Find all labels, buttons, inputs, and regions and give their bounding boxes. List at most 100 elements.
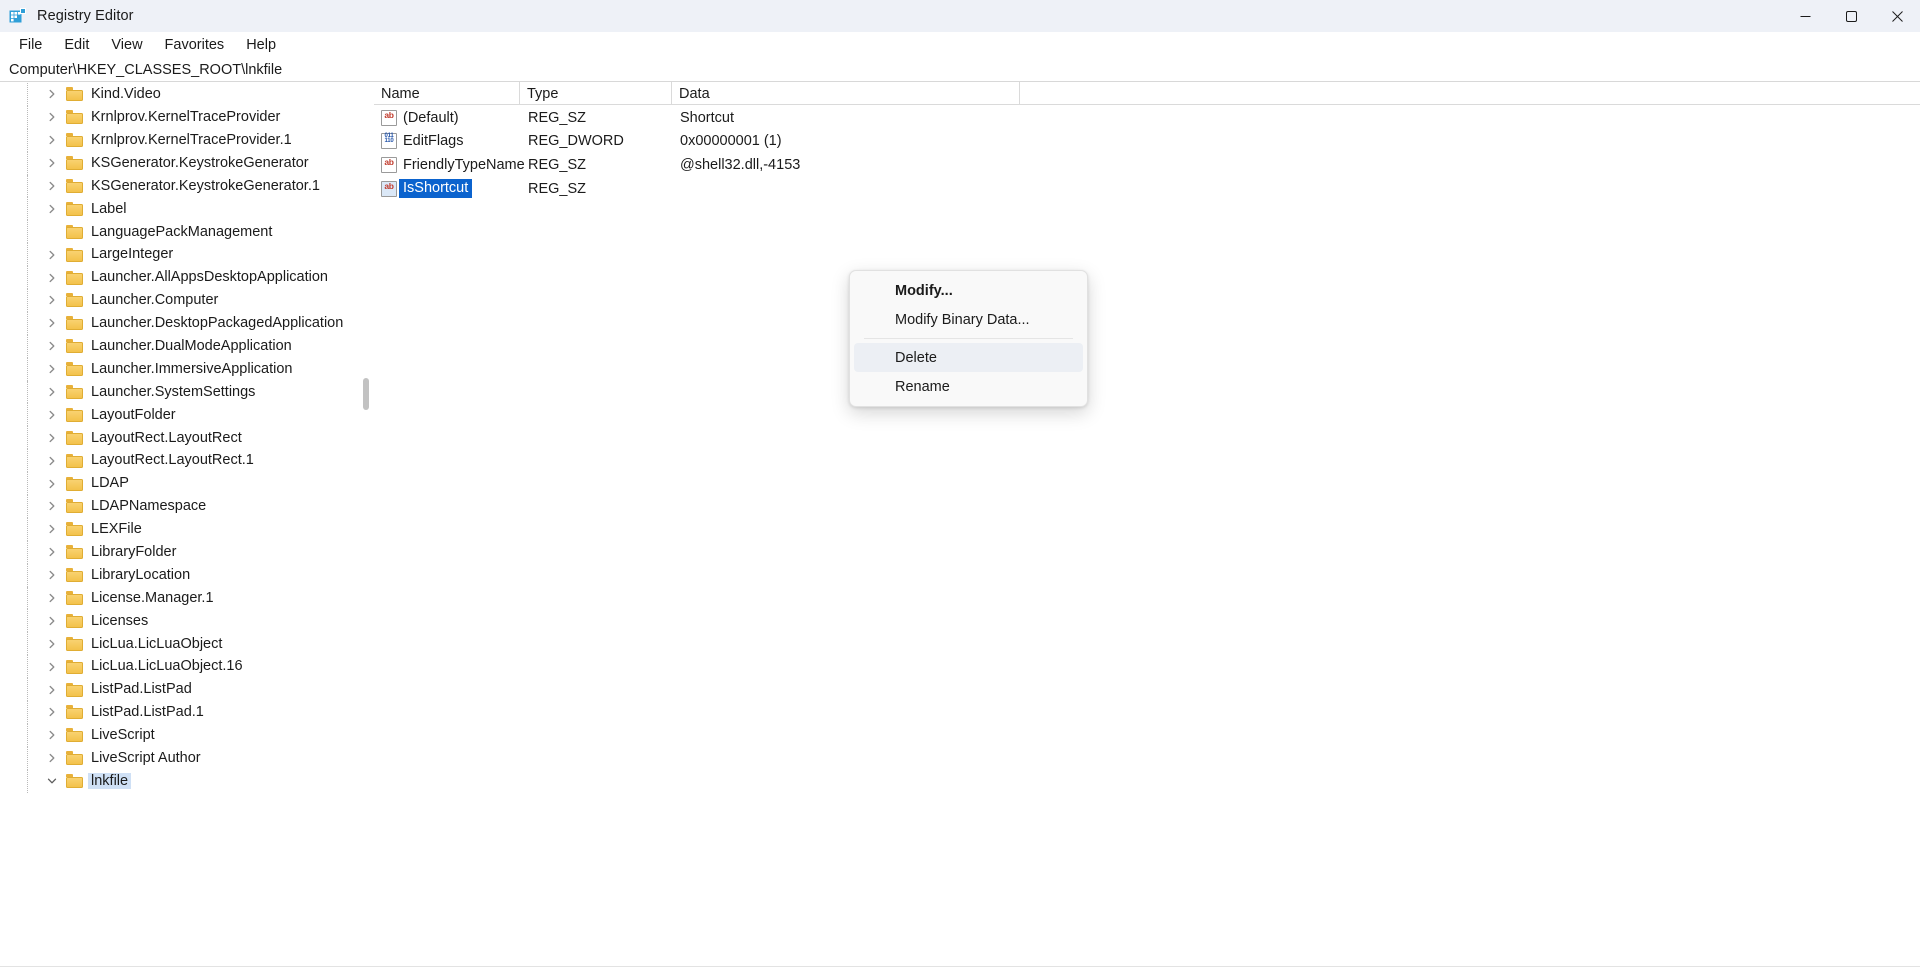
- folder-icon: [66, 293, 83, 308]
- chevron-right-icon[interactable]: [44, 430, 60, 446]
- chevron-right-icon[interactable]: [44, 750, 60, 766]
- tree-item-license-manager-1[interactable]: License.Manager.1: [0, 586, 359, 610]
- menu-file[interactable]: File: [8, 34, 53, 56]
- tree-scrollbar-thumb[interactable]: [363, 378, 369, 410]
- tree-guide-line: [27, 769, 28, 793]
- chevron-right-icon[interactable]: [44, 590, 60, 606]
- tree-item-livescript[interactable]: LiveScript: [0, 723, 359, 747]
- menu-help[interactable]: Help: [235, 34, 287, 56]
- value-row[interactable]: 011 110 EditFlags REG_DWORD 0x00000001 (1): [374, 130, 1920, 154]
- chevron-down-icon[interactable]: [44, 773, 60, 789]
- tree-item-launcher-desktoppackagedapplication[interactable]: Launcher.DesktopPackagedApplication: [0, 311, 359, 335]
- tree-item-kind-video[interactable]: Kind.Video: [0, 83, 359, 106]
- chevron-right-icon[interactable]: [44, 636, 60, 652]
- tree-guide-line: [27, 334, 28, 358]
- tree-item-libraryfolder[interactable]: LibraryFolder: [0, 540, 359, 564]
- maximize-button[interactable]: [1828, 0, 1874, 32]
- menu-edit[interactable]: Edit: [53, 34, 100, 56]
- chevron-right-icon[interactable]: [44, 315, 60, 331]
- chevron-right-icon[interactable]: [44, 704, 60, 720]
- tree-item-liclua-licluaobject[interactable]: LicLua.LicLuaObject: [0, 632, 359, 656]
- chevron-right-icon[interactable]: [44, 613, 60, 629]
- context-menu-item-delete[interactable]: Delete: [854, 343, 1083, 372]
- tree-item-lnkfile[interactable]: lnkfile: [0, 769, 359, 793]
- chevron-right-icon[interactable]: [44, 178, 60, 194]
- chevron-right-icon[interactable]: [44, 361, 60, 377]
- value-row[interactable]: ab (Default) REG_SZ Shortcut: [374, 106, 1920, 130]
- tree-item-ksgenerator-keystrokegenerator-1[interactable]: KSGenerator.KeystrokeGenerator.1: [0, 174, 359, 198]
- chevron-right-icon[interactable]: [44, 86, 60, 102]
- tree-item-launcher-allappsdesktopapplication[interactable]: Launcher.AllAppsDesktopApplication: [0, 266, 359, 290]
- chevron-right-icon[interactable]: [44, 544, 60, 560]
- chevron-right-icon[interactable]: [44, 567, 60, 583]
- chevron-right-icon[interactable]: [44, 270, 60, 286]
- dword-value-icon: 011 110: [381, 133, 397, 150]
- value-type: REG_SZ: [528, 156, 587, 173]
- chevron-right-icon[interactable]: [44, 155, 60, 171]
- tree-item-krnlprov-kerneltraceprovider-1[interactable]: Krnlprov.KernelTraceProvider.1: [0, 128, 359, 152]
- chevron-right-icon[interactable]: [44, 521, 60, 537]
- menu-view[interactable]: View: [100, 34, 153, 56]
- tree-item-layoutrect-layoutrect-1[interactable]: LayoutRect.LayoutRect.1: [0, 449, 359, 473]
- context-menu-item-modify[interactable]: Modify...: [854, 276, 1083, 305]
- column-header-data[interactable]: Data: [672, 82, 1020, 105]
- chevron-right-icon[interactable]: [44, 659, 60, 675]
- tree-guide-line: [27, 540, 28, 564]
- folder-icon: [66, 270, 83, 285]
- chevron-right-icon[interactable]: [44, 338, 60, 354]
- chevron-right-icon[interactable]: [44, 109, 60, 125]
- tree-item-label[interactable]: Label: [0, 197, 359, 221]
- tree-item-ldapnamespace[interactable]: LDAPNamespace: [0, 495, 359, 518]
- tree-item-languagepackmanagement[interactable]: LanguagePackManagement: [0, 220, 359, 244]
- tree-item-livescript-author[interactable]: LiveScript Author: [0, 746, 359, 770]
- tree-item-label: Licenses: [91, 612, 149, 629]
- close-button[interactable]: [1874, 0, 1920, 32]
- tree-item-label: LDAPNamespace: [91, 498, 207, 515]
- tree-item-launcher-dualmodeapplication[interactable]: Launcher.DualModeApplication: [0, 334, 359, 358]
- chevron-right-icon[interactable]: [44, 682, 60, 698]
- tree-item-launcher-immersiveapplication[interactable]: Launcher.ImmersiveApplication: [0, 357, 359, 381]
- address-bar[interactable]: Computer\HKEY_CLASSES_ROOT\lnkfile: [0, 58, 1920, 82]
- tree-item-listpad-listpad[interactable]: ListPad.ListPad: [0, 678, 359, 702]
- tree-item-launcher-systemsettings[interactable]: Launcher.SystemSettings: [0, 380, 359, 404]
- context-menu-item-modify-binary-data[interactable]: Modify Binary Data...: [854, 305, 1083, 334]
- value-row[interactable]: ab FriendlyTypeName REG_SZ @shell32.dll,-41…: [374, 153, 1920, 177]
- menu-favorites[interactable]: Favorites: [154, 34, 236, 56]
- chevron-right-icon[interactable]: [44, 247, 60, 263]
- value-name: IsShortcut: [399, 179, 473, 198]
- tree-item-largeinteger[interactable]: LargeInteger: [0, 243, 359, 267]
- value-row[interactable]: ab IsShortcut REG_SZ: [374, 177, 1920, 201]
- column-header-type[interactable]: Type: [520, 82, 672, 105]
- tree-item-layoutrect-layoutrect[interactable]: LayoutRect.LayoutRect: [0, 426, 359, 450]
- tree-item-label: LargeInteger: [91, 246, 174, 263]
- chevron-right-icon[interactable]: [44, 476, 60, 492]
- value-name-cell: ab (Default): [374, 109, 527, 126]
- tree-item-licenses[interactable]: Licenses: [0, 609, 359, 633]
- chevron-right-icon[interactable]: [44, 292, 60, 308]
- tree-item-lexfile[interactable]: LEXFile: [0, 517, 359, 541]
- tree-item-ksgenerator-keystrokegenerator[interactable]: KSGenerator.KeystrokeGenerator: [0, 151, 359, 175]
- tree-scrollbar[interactable]: [359, 82, 373, 966]
- tree-item-launcher-computer[interactable]: Launcher.Computer: [0, 289, 359, 312]
- column-header-name[interactable]: Name: [374, 82, 520, 105]
- chevron-right-icon[interactable]: [44, 453, 60, 469]
- tree-item-listpad-listpad-1[interactable]: ListPad.ListPad.1: [0, 701, 359, 724]
- tree-guide-line: [27, 495, 28, 518]
- tree-guide-line: [27, 128, 28, 152]
- context-menu-item-rename[interactable]: Rename: [854, 372, 1083, 401]
- chevron-right-icon[interactable]: [44, 201, 60, 217]
- tree-item-librarylocation[interactable]: LibraryLocation: [0, 563, 359, 587]
- chevron-right-icon[interactable]: [44, 498, 60, 514]
- tree-item-ldap[interactable]: LDAP: [0, 472, 359, 496]
- tree-item-krnlprov-kerneltraceprovider[interactable]: Krnlprov.KernelTraceProvider: [0, 105, 359, 129]
- chevron-right-icon[interactable]: [44, 132, 60, 148]
- folder-icon: [66, 476, 83, 491]
- chevron-right-icon[interactable]: [44, 384, 60, 400]
- value-name-cell: ab FriendlyTypeName: [374, 156, 527, 173]
- tree-item-layoutfolder[interactable]: LayoutFolder: [0, 403, 359, 427]
- chevron-right-icon[interactable]: [44, 407, 60, 423]
- tree-item-liclua-licluaobject-16[interactable]: LicLua.LicLuaObject.16: [0, 655, 359, 679]
- chevron-right-icon[interactable]: [44, 727, 60, 743]
- tree-guide-line: [27, 357, 28, 381]
- minimize-button[interactable]: [1782, 0, 1828, 32]
